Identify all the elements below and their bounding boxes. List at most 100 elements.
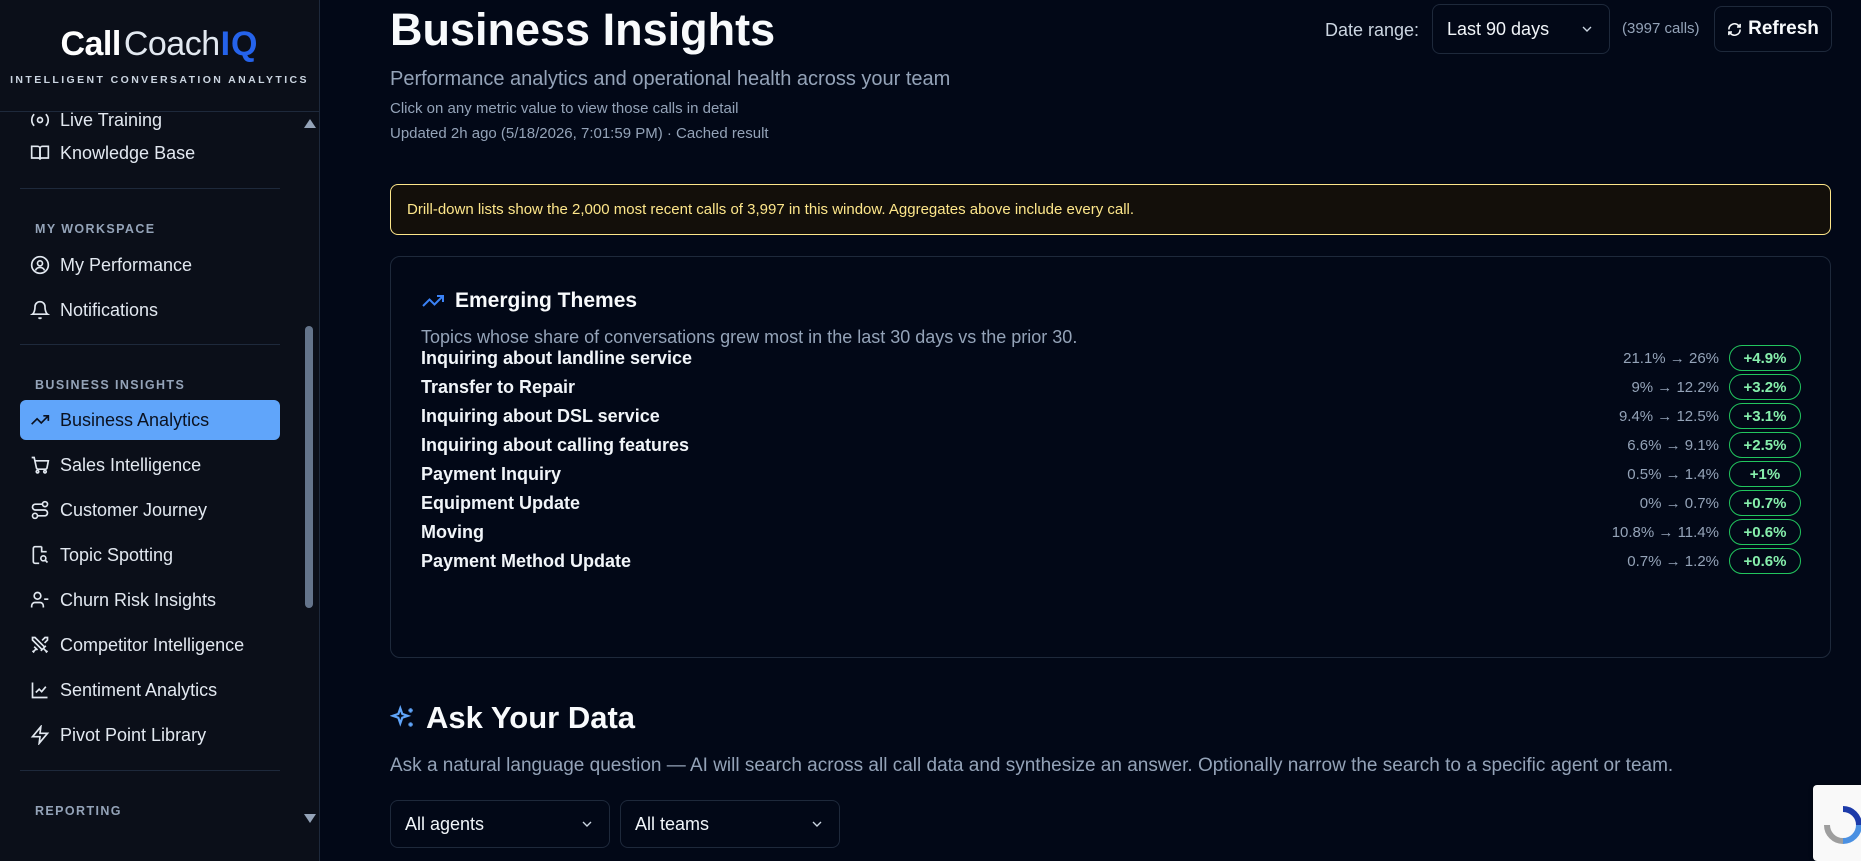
bell-icon	[30, 300, 50, 320]
sidebar-scrollbar[interactable]	[302, 112, 316, 830]
theme-delta-badge: +4.9%	[1729, 345, 1801, 371]
logo-word-coach: Coach	[123, 25, 220, 63]
theme-name: Payment Inquiry	[421, 463, 562, 484]
drilldown-hint: Click on any metric value to view those …	[390, 100, 739, 117]
sidebar-item-knowledge-base[interactable]: Knowledge Base	[20, 133, 280, 173]
sidebar-item-pivot-point-library[interactable]: Pivot Point Library	[20, 715, 280, 755]
theme-delta-badge: +0.6%	[1729, 519, 1801, 545]
chevron-down-icon	[582, 821, 592, 827]
date-range-label: Date range:	[1325, 20, 1420, 40]
recaptcha-badge[interactable]	[1813, 785, 1861, 861]
brand[interactable]: Call Coach IQ INTELLIGENT CONVERSATION A…	[0, 0, 319, 112]
theme-delta-badge: +0.6%	[1729, 548, 1801, 574]
page-title: Business Insights	[390, 4, 776, 55]
section-business-insights: BUSINESS INSIGHTS	[35, 378, 186, 392]
book-open-icon	[30, 145, 50, 160]
line-chart-icon	[31, 682, 48, 699]
theme-delta-badge: +1%	[1729, 461, 1801, 487]
theme-share-change[interactable]: 9.4% → 12.5%	[1619, 408, 1719, 425]
sidebar-item-competitor-intelligence[interactable]: Competitor Intelligence	[20, 625, 280, 665]
brand-tagline: INTELLIGENT CONVERSATION ANALYTICS	[10, 74, 309, 86]
sidebar-item-customer-journey[interactable]: Customer Journey	[20, 490, 280, 530]
drilldown-notice: Drill-down lists show the 2,000 most rec…	[390, 184, 1831, 235]
theme-name: Inquiring about DSL service	[421, 405, 660, 426]
ask-your-data-description: Ask a natural language question — AI wil…	[390, 755, 1674, 776]
zap-icon	[30, 725, 50, 745]
sidebar-item-sentiment-analytics[interactable]: Sentiment Analytics	[20, 670, 280, 710]
sidebar-item-label: Pivot Point Library	[60, 724, 207, 745]
sidebar-item-my-performance[interactable]: My Performance	[20, 245, 280, 285]
sidebar-item-notifications[interactable]: Notifications	[20, 290, 280, 330]
agent-select[interactable]: All agents	[390, 800, 610, 848]
trending-up-icon	[31, 415, 50, 425]
section-reporting: REPORTING	[35, 804, 122, 818]
chevron-down-icon	[812, 821, 822, 827]
nav-divider	[20, 188, 280, 189]
refresh-button[interactable]: Refresh	[1714, 6, 1832, 52]
sidebar-item-label: My Performance	[60, 254, 193, 275]
ask-your-data-title: Ask Your Data	[390, 700, 635, 736]
theme-share-change[interactable]: 21.1% → 26%	[1623, 350, 1719, 367]
theme-row[interactable]: Inquiring about DSL service 9.4% → 12.5%…	[421, 401, 1801, 431]
swords-icon	[31, 636, 49, 654]
emerging-themes-title: Emerging Themes	[421, 289, 637, 313]
calls-count: (3997 calls)	[1622, 20, 1700, 37]
team-select[interactable]: All teams	[620, 800, 840, 848]
sidebar-item-business-analytics[interactable]: Business Analytics	[20, 400, 280, 440]
theme-row[interactable]: Payment Method Update 0.7% → 1.2% +0.6%	[421, 546, 1801, 576]
theme-row[interactable]: Equipment Update 0% → 0.7% +0.7%	[421, 488, 1801, 518]
theme-row[interactable]: Inquiring about calling features 6.6% → …	[421, 430, 1801, 460]
sidebar-item-label: Live Training	[60, 112, 163, 130]
theme-name: Inquiring about landline service	[421, 347, 693, 368]
section-my-workspace: MY WORKSPACE	[35, 222, 156, 236]
theme-name: Equipment Update	[421, 492, 581, 513]
sidebar-item-topic-spotting[interactable]: Topic Spotting	[20, 535, 280, 575]
theme-name: Inquiring about calling features	[421, 434, 690, 455]
theme-delta-badge: +0.7%	[1729, 490, 1801, 516]
theme-name: Transfer to Repair	[421, 376, 576, 397]
date-range-select[interactable]: Last 90 days	[1432, 4, 1610, 54]
scroll-thumb[interactable]	[305, 326, 313, 608]
sidebar-item-sales-intelligence[interactable]: Sales Intelligence	[20, 445, 280, 485]
theme-name: Payment Method Update	[421, 550, 632, 571]
agent-select-value: All agents	[405, 813, 485, 834]
user-circle-icon	[30, 255, 50, 275]
theme-row[interactable]: Moving 10.8% → 11.4% +0.6%	[421, 517, 1801, 547]
theme-row[interactable]: Payment Inquiry 0.5% → 1.4% +1%	[421, 459, 1801, 489]
theme-share-change[interactable]: 0.7% → 1.2%	[1627, 553, 1719, 570]
nav-divider	[20, 770, 280, 771]
theme-share-change[interactable]: 9% → 12.2%	[1631, 379, 1719, 396]
scroll-down-icon[interactable]	[304, 814, 316, 823]
theme-delta-badge: +2.5%	[1729, 432, 1801, 458]
sidebar-item-label: Topic Spotting	[60, 544, 174, 565]
sidebar-item-label: Customer Journey	[60, 499, 208, 520]
theme-name: Moving	[421, 521, 484, 542]
sidebar-item-churn-risk[interactable]: Churn Risk Insights	[20, 580, 280, 620]
theme-share-change[interactable]: 0.5% → 1.4%	[1627, 466, 1719, 483]
sidebar-item-label: Sentiment Analytics	[60, 679, 218, 700]
theme-share-change[interactable]: 10.8% → 11.4%	[1612, 524, 1719, 541]
logo-word-call: Call	[60, 25, 121, 63]
route-icon	[31, 500, 49, 520]
emerging-themes-card: Emerging Themes Topics whose share of co…	[390, 256, 1831, 658]
date-range-value: Last 90 days	[1447, 18, 1550, 39]
chevron-down-icon	[1582, 26, 1592, 32]
sidebar-item-label: Knowledge Base	[60, 142, 196, 163]
sidebar-item-label: Churn Risk Insights	[60, 589, 217, 610]
sidebar-nav: Live Training Knowledge Base MY WORKSPAC…	[0, 112, 302, 830]
sidebar-item-label: Competitor Intelligence	[60, 634, 245, 655]
theme-share-change[interactable]: 0% → 0.7%	[1640, 495, 1719, 512]
theme-row[interactable]: Transfer to Repair 9% → 12.2% +3.2%	[421, 372, 1801, 402]
sidebar: Call Coach IQ INTELLIGENT CONVERSATION A…	[0, 0, 320, 861]
theme-share-change[interactable]: 6.6% → 9.1%	[1627, 437, 1719, 454]
sparkles-icon	[390, 705, 413, 727]
live-icon	[30, 113, 50, 127]
page-subtitle: Performance analytics and operational he…	[390, 68, 951, 90]
nav-divider	[20, 344, 280, 345]
updated-timestamp: Updated 2h ago (5/18/2026, 7:01:59 PM) ·…	[390, 125, 769, 142]
sidebar-item-label: Business Analytics	[60, 409, 210, 430]
team-select-value: All teams	[635, 813, 710, 834]
theme-row[interactable]: Inquiring about landline service 21.1% →…	[421, 343, 1801, 373]
app-logo: Call Coach IQ	[60, 25, 258, 64]
scroll-up-icon[interactable]	[304, 119, 316, 128]
